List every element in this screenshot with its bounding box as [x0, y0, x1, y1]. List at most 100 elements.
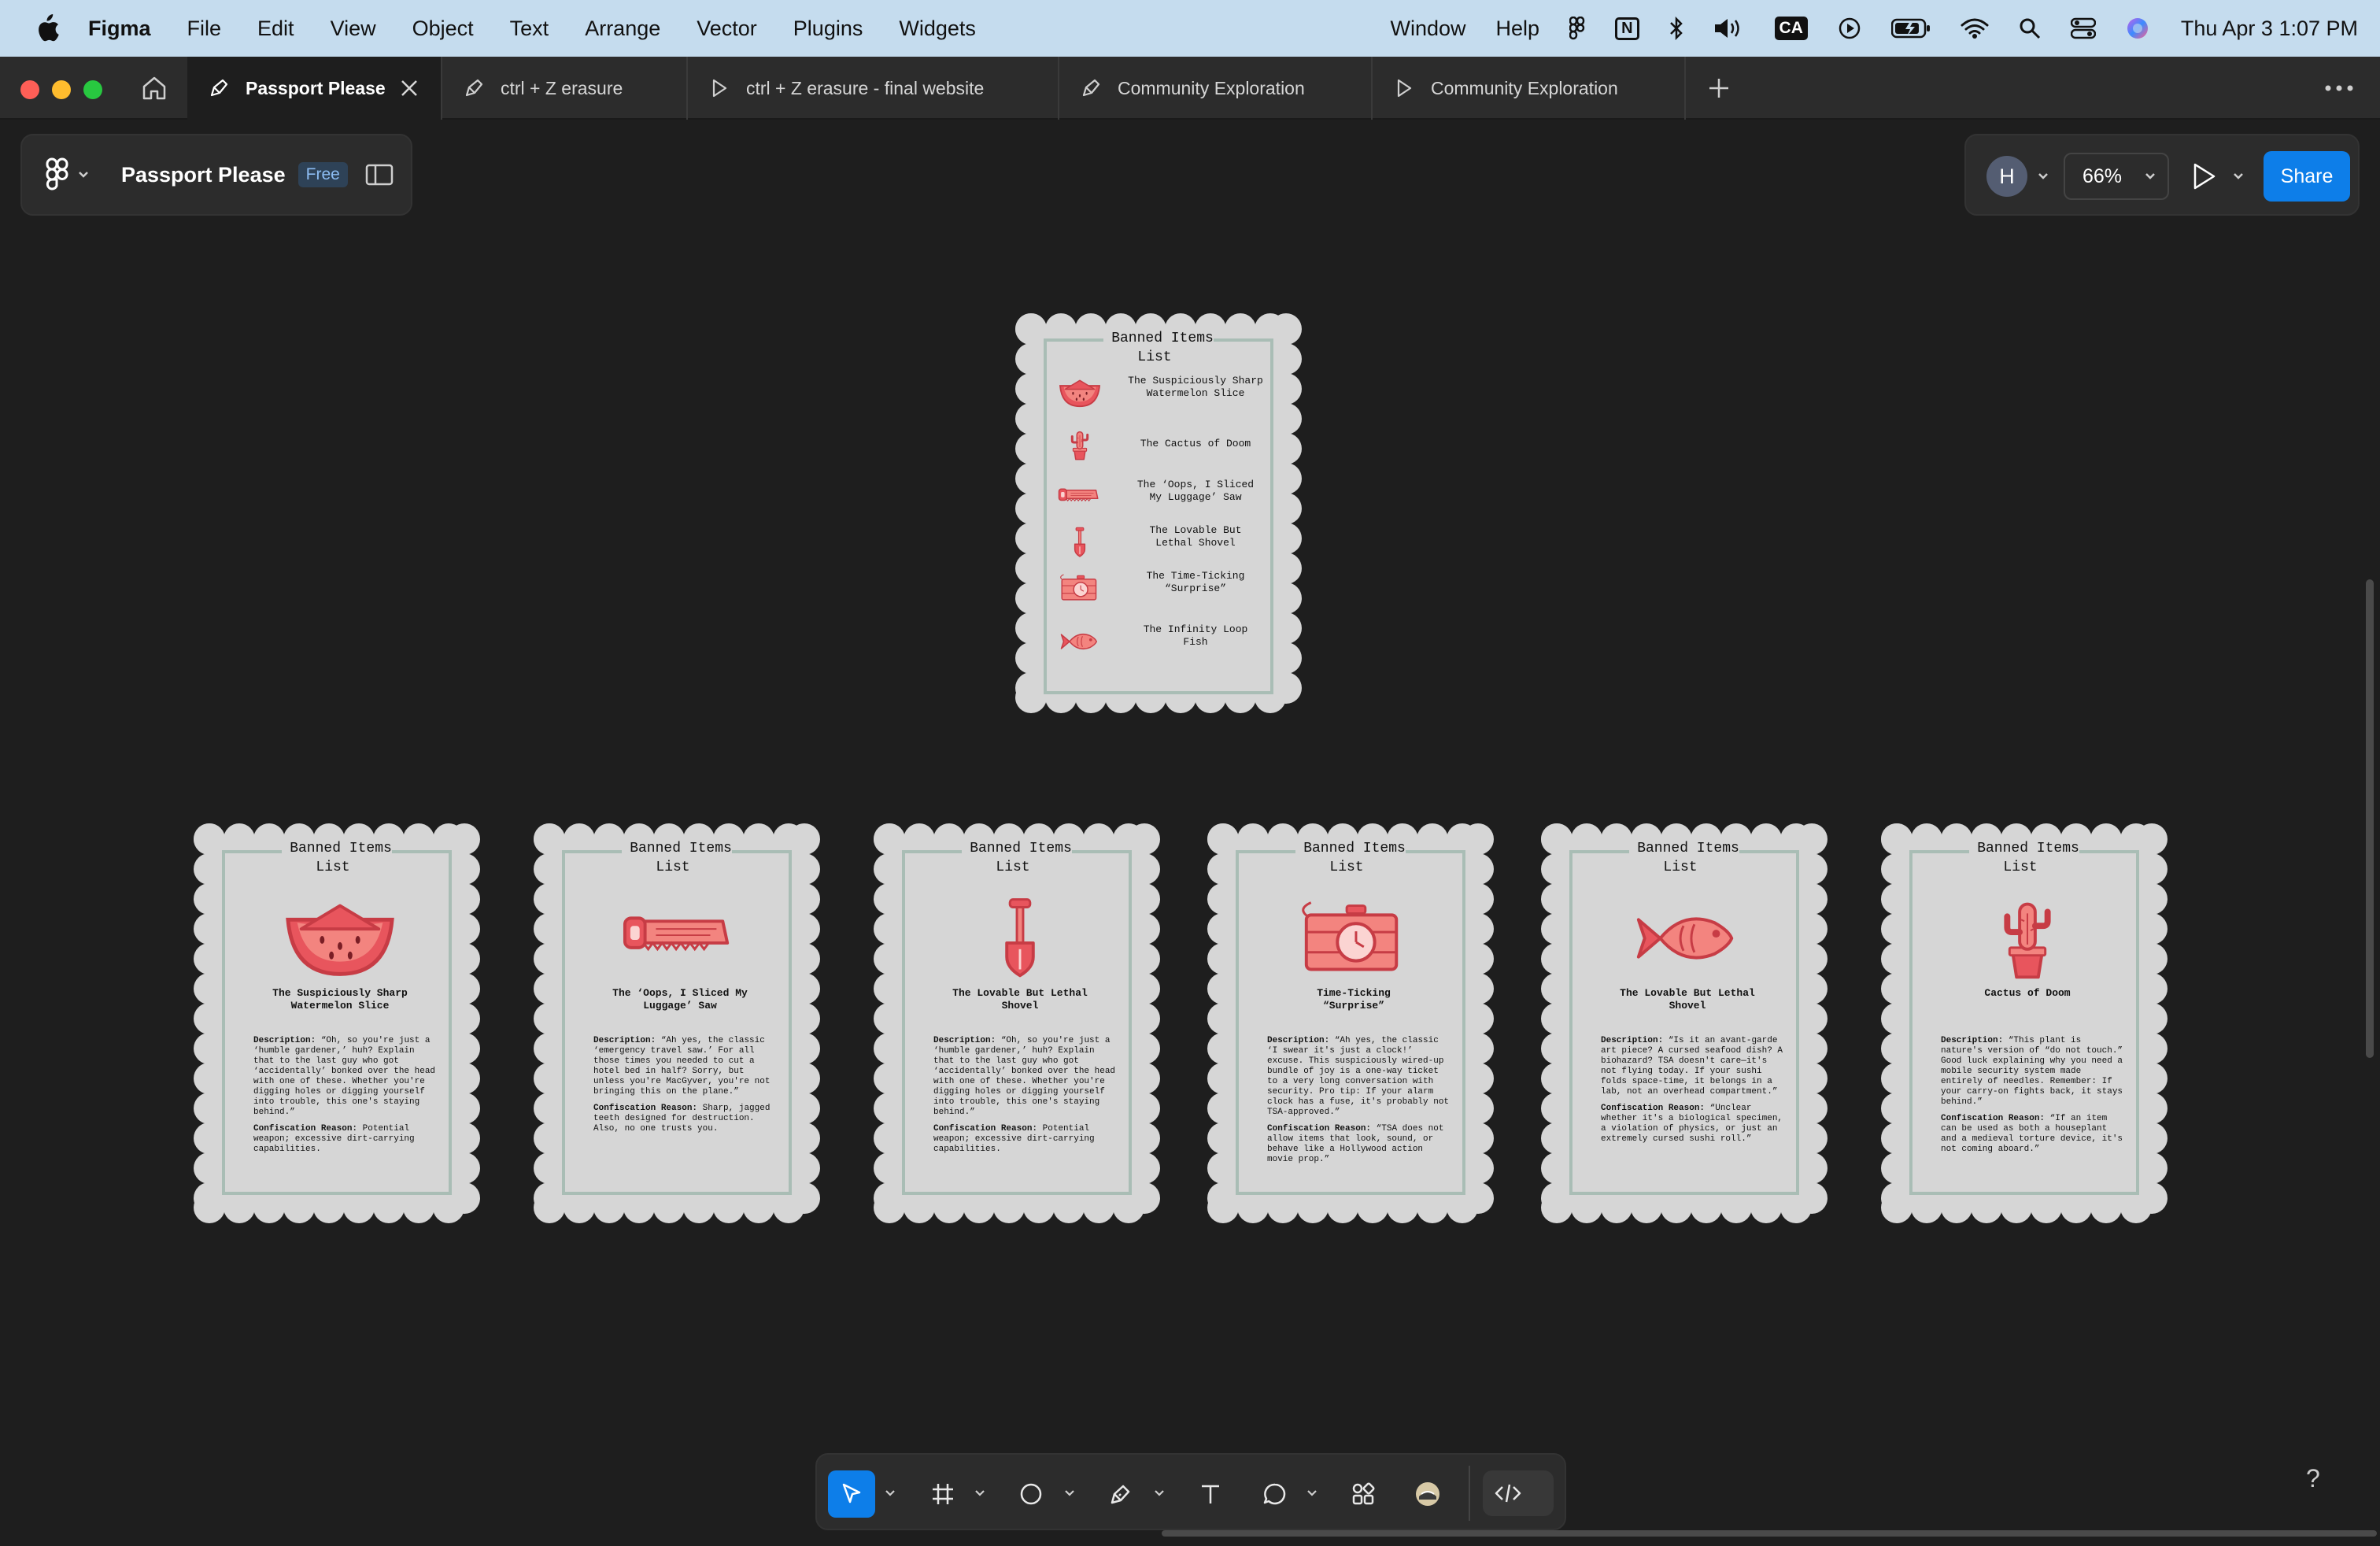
shape-tool-button[interactable]	[1007, 1470, 1055, 1518]
figma-menu-icon[interactable]	[46, 157, 69, 192]
chevron-down-icon[interactable]	[77, 170, 90, 179]
list-item-label: The Suspiciously Sharp Watermelon Slice	[1128, 375, 1263, 399]
zoom-dropdown[interactable]: 66%	[2064, 153, 2169, 200]
actions-icon	[1352, 1482, 1375, 1505]
spotlight-icon[interactable]	[2019, 17, 2041, 39]
watermelon-icon	[282, 897, 398, 979]
plan-badge[interactable]: Free	[298, 162, 348, 187]
menu-object[interactable]: Object	[412, 17, 474, 41]
banned-item-card[interactable]: Banned Items List The Lovable But Lethal…	[874, 823, 1160, 1223]
tab-label: ctrl + Z erasure - final website	[746, 77, 985, 98]
chevron-down-icon[interactable]	[2037, 172, 2049, 181]
banned-item-card[interactable]: Banned Items List Cactus of Doom Descrip…	[1881, 823, 2168, 1223]
shovel-icon	[1058, 523, 1102, 562]
tab-community-exploration-prototype[interactable]: Community Exploration	[1373, 57, 1686, 120]
menu-clock[interactable]: Thu Apr 3 1:07 PM	[2181, 17, 2358, 41]
new-tab-icon[interactable]	[1703, 72, 1735, 104]
text-tool-button[interactable]	[1187, 1470, 1234, 1518]
share-button[interactable]: Share	[2264, 151, 2350, 202]
frame-tool-button[interactable]	[919, 1470, 966, 1518]
menu-help[interactable]: Help	[1496, 17, 1540, 41]
menu-text[interactable]: Text	[510, 17, 549, 41]
tab-community-exploration[interactable]: Community Exploration	[1059, 57, 1373, 120]
app-menu-figma[interactable]: Figma	[88, 17, 151, 41]
chevron-down-icon[interactable]	[885, 1489, 896, 1497]
avatar[interactable]: H	[1986, 156, 2027, 197]
menu-view[interactable]: View	[331, 17, 376, 41]
close-tab-icon[interactable]	[398, 77, 420, 99]
prototype-icon	[712, 79, 727, 98]
zoom-value: 66%	[2082, 165, 2123, 187]
card-title: Banned Items List	[1572, 839, 1796, 877]
list-item: The Lovable But Lethal Shovel	[1058, 523, 1272, 564]
menu-vector[interactable]: Vector	[697, 17, 757, 41]
item-description: Description: “Ah yes, the classic ‘I swe…	[1267, 1036, 1450, 1165]
toggle-sidebar-icon[interactable]	[365, 163, 394, 187]
shovel-icon	[962, 897, 1078, 979]
item-name: The ‘Oops, I Sliced My Luggage’ Saw	[612, 987, 748, 1012]
banned-item-card[interactable]: Banned Items List Time-Ticking “Surprise…	[1207, 823, 1494, 1223]
list-item-label: The ‘Oops, I Sliced My Luggage’ Saw	[1136, 479, 1255, 503]
home-icon[interactable]	[140, 74, 168, 102]
pen-tool-icon	[1111, 1485, 1130, 1504]
toolbar-divider	[1469, 1466, 1470, 1521]
menu-window[interactable]: Window	[1391, 17, 1466, 41]
file-toolbar: Passport Please Free	[20, 134, 412, 216]
pen-tool-button[interactable]	[1097, 1470, 1144, 1518]
close-window-button[interactable]	[20, 80, 39, 99]
chevron-down-icon[interactable]	[2232, 172, 2245, 181]
vertical-scrollbar[interactable]	[2366, 579, 2374, 1058]
apple-icon[interactable]	[33, 14, 60, 43]
banned-item-card[interactable]: Banned Items List The Lovable But Lethal…	[1541, 823, 1828, 1223]
more-options-icon[interactable]	[2322, 77, 2356, 99]
banned-items-list-card[interactable]: Banned Items List The Suspiciously Sharp…	[1015, 313, 1302, 713]
plugin-button[interactable]	[1404, 1470, 1451, 1518]
file-name[interactable]: Passport Please	[121, 163, 286, 187]
tab-ctrl-z-erasure-final-website[interactable]: ctrl + Z erasure - final website	[688, 57, 1059, 120]
help-button[interactable]: ?	[2306, 1464, 2320, 1493]
menu-file[interactable]: File	[187, 17, 222, 41]
actions-button[interactable]	[1340, 1470, 1387, 1518]
chevron-down-icon[interactable]	[1064, 1489, 1075, 1497]
volume-icon[interactable]	[1713, 17, 1745, 39]
banned-item-card[interactable]: Banned Items List The ‘Oops, I Sliced My…	[534, 823, 820, 1223]
item-name: The Lovable But Lethal Shovel	[1620, 987, 1755, 1012]
present-play-icon[interactable]	[2191, 162, 2216, 190]
menu-plugins[interactable]: Plugins	[793, 17, 863, 41]
zoom-window-button[interactable]	[83, 80, 102, 99]
banned-item-card[interactable]: Banned Items List The Suspiciously Sharp…	[194, 823, 480, 1223]
reason-label: Confiscation Reason:	[253, 1124, 358, 1134]
tab-passport-please[interactable]: Passport Please	[187, 57, 442, 120]
notion-icon[interactable]: N	[1615, 17, 1639, 40]
card-title: Banned Items List	[1239, 839, 1462, 877]
card-frame: Banned Items List Time-Ticking “Surprise…	[1236, 841, 1465, 1195]
comment-tool-button[interactable]	[1251, 1470, 1299, 1518]
menu-arrange[interactable]: Arrange	[585, 17, 660, 41]
wifi-icon[interactable]	[1961, 17, 1989, 39]
horizontal-scrollbar[interactable]	[1162, 1530, 2377, 1537]
tab-ctrl-z-erasure[interactable]: ctrl + Z erasure	[442, 57, 688, 120]
design-file-icon	[465, 79, 483, 97]
chevron-down-icon[interactable]	[1154, 1489, 1165, 1497]
input-source-icon[interactable]: CA	[1774, 17, 1808, 40]
move-tool-button[interactable]	[828, 1470, 875, 1518]
dev-mode-toggle[interactable]	[1483, 1470, 1554, 1516]
control-center-icon[interactable]	[2070, 17, 2096, 39]
item-name: The Lovable But Lethal Shovel	[952, 987, 1088, 1012]
bluetooth-icon[interactable]	[1669, 17, 1683, 40]
description-text: “Ah yes, the classic ‘I swear it's just …	[1267, 1036, 1450, 1117]
reason-label: Confiscation Reason:	[1941, 1114, 2046, 1123]
figma-icon[interactable]	[1569, 17, 1585, 40]
screen-record-icon[interactable]	[1838, 17, 1861, 40]
menu-edit[interactable]: Edit	[257, 17, 294, 41]
item-description: Description: “Oh, so you're just a ‘humb…	[253, 1036, 436, 1155]
menu-widgets[interactable]: Widgets	[899, 17, 976, 41]
cactus-icon	[1058, 425, 1102, 464]
item-description: Description: “Ah yes, the classic ‘emerg…	[593, 1036, 776, 1134]
battery-icon[interactable]	[1890, 18, 1931, 39]
siri-icon[interactable]	[2126, 17, 2149, 40]
reason-label: Confiscation Reason:	[933, 1124, 1038, 1134]
chevron-down-icon[interactable]	[974, 1489, 985, 1497]
minimize-window-button[interactable]	[52, 80, 71, 99]
chevron-down-icon[interactable]	[1306, 1489, 1318, 1497]
